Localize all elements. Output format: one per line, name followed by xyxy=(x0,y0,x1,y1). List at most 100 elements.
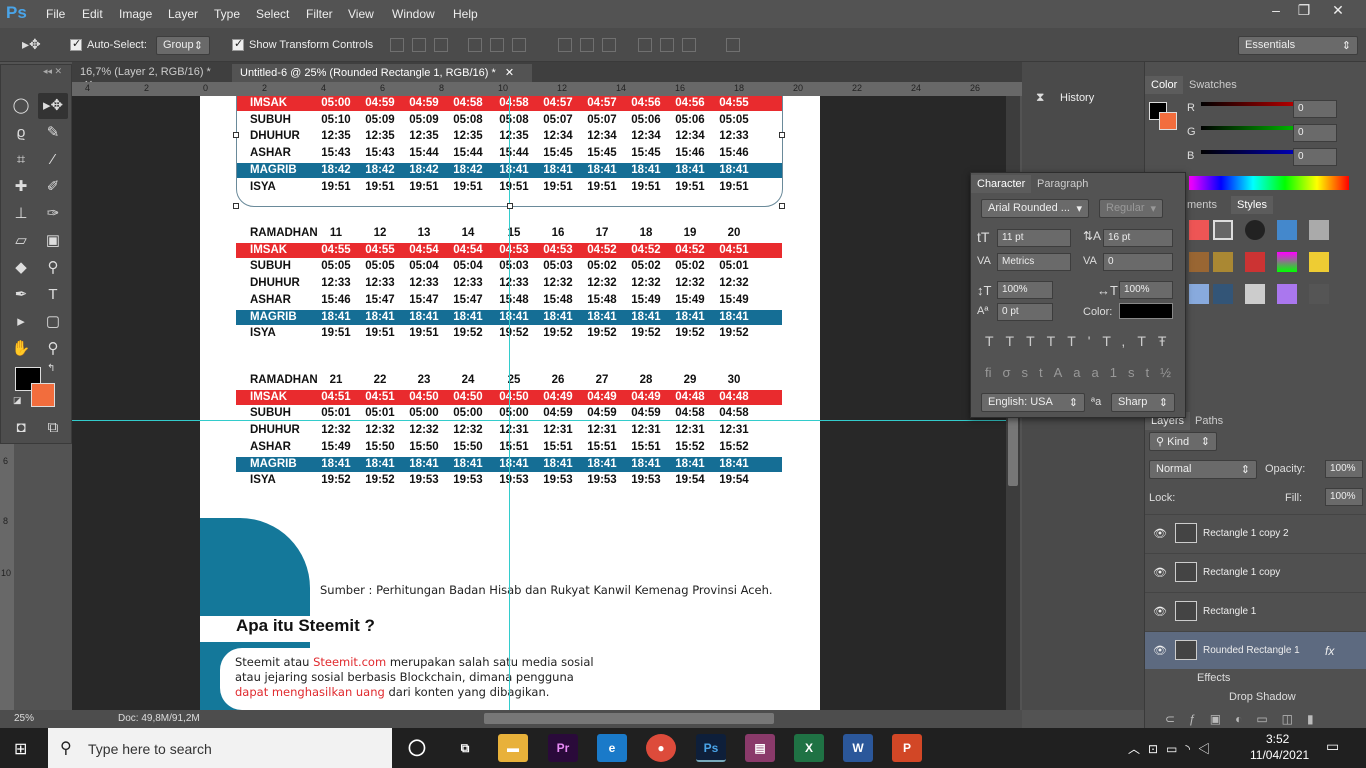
leading-field[interactable]: 16 pt xyxy=(1103,229,1173,247)
align-vcenter-icon[interactable] xyxy=(412,38,426,52)
distribute-hcenter-icon[interactable] xyxy=(660,38,674,52)
pen-tool-icon[interactable]: ✒ xyxy=(6,282,36,308)
marquee-tool-icon[interactable]: ◯ xyxy=(6,93,36,119)
style-swatch[interactable] xyxy=(1309,284,1329,304)
document-canvas[interactable]: IMSAK 05:00 04:59 04:59 04:58 04:58 04:57 04:57… xyxy=(200,96,820,710)
cortana-icon[interactable]: ◯ xyxy=(402,734,432,762)
winrar-icon[interactable]: ▤ xyxy=(745,734,775,762)
font-style-dropdown[interactable]: Regular ▾ xyxy=(1099,199,1163,218)
excel-icon[interactable]: X xyxy=(794,734,824,762)
collapse-icon[interactable]: ◂◂ ✕ xyxy=(43,66,62,77)
notification-icon[interactable]: ▭ xyxy=(1326,738,1339,755)
history-panel-label[interactable]: History xyxy=(1060,92,1094,104)
bg-color-chip[interactable] xyxy=(1159,112,1177,130)
healing-brush-icon[interactable]: ✚ xyxy=(6,174,36,200)
photoshop-taskbar-icon[interactable]: Ps xyxy=(696,734,726,762)
hand-tool-icon[interactable]: ✋ xyxy=(6,336,36,362)
visibility-eye-icon[interactable]: 👁 xyxy=(1153,605,1167,618)
g-value[interactable]: 0 xyxy=(1293,124,1337,142)
shape-tool-icon[interactable]: ▢ xyxy=(38,309,68,335)
eraser-tool-icon[interactable]: ▱ xyxy=(6,228,36,254)
tab-untitled6[interactable]: Untitled-6 @ 25% (Rounded Rectangle 1, R… xyxy=(232,64,532,82)
style-swatch[interactable] xyxy=(1277,252,1297,272)
workspace-dropdown[interactable]: Essentials ⇕ xyxy=(1238,36,1358,55)
style-swatch[interactable] xyxy=(1277,220,1297,240)
kerning-field[interactable]: Metrics xyxy=(997,253,1071,271)
history-icon[interactable]: ⧗ xyxy=(1036,90,1044,105)
file-explorer-icon[interactable]: ▬ xyxy=(498,734,528,762)
zoom-tool-icon[interactable]: ⚲ xyxy=(38,336,68,362)
close-button[interactable]: ✕ xyxy=(1324,2,1352,22)
align-bottom-icon[interactable] xyxy=(434,38,448,52)
distribute-top-icon[interactable] xyxy=(558,38,572,52)
windows-start-icon[interactable]: ⊞ xyxy=(14,739,27,759)
horizontal-scroll-thumb[interactable] xyxy=(484,713,774,724)
style-swatch[interactable] xyxy=(1277,284,1297,304)
vertical-scale-field[interactable]: 100% xyxy=(997,281,1053,299)
task-view-icon[interactable]: ⧉ xyxy=(450,734,480,762)
align-top-icon[interactable] xyxy=(390,38,404,52)
minimize-button[interactable]: – xyxy=(1262,2,1290,22)
layer-row[interactable]: 👁 Rectangle 1 copy xyxy=(1145,553,1366,591)
transform-handle[interactable] xyxy=(233,203,239,209)
visibility-eye-icon[interactable]: 👁 xyxy=(1153,566,1167,579)
clock-time[interactable]: 3:52 xyxy=(1266,732,1289,746)
text-color-swatch[interactable] xyxy=(1119,303,1173,319)
tab-color[interactable]: Color xyxy=(1145,76,1184,94)
opentype-buttons[interactable]: ﬁσstAaa1st½ xyxy=(985,365,1182,380)
layer-row[interactable]: 👁 Rectangle 1 xyxy=(1145,592,1366,630)
tab-character[interactable]: Character xyxy=(971,175,1032,193)
style-swatch[interactable] xyxy=(1309,220,1329,240)
layer-actions-icons[interactable]: ⊂ƒ▣◐▭◫▮ xyxy=(1165,712,1328,726)
distribute-bottom-icon[interactable] xyxy=(602,38,616,52)
transform-handle[interactable] xyxy=(779,203,785,209)
menu-item[interactable]: Help xyxy=(453,7,478,21)
swap-colors-icon[interactable]: ↰ xyxy=(47,363,55,374)
screen-mode-icon[interactable]: ⧉ xyxy=(38,415,68,441)
tab-paragraph[interactable]: Paragraph xyxy=(1031,175,1094,193)
style-swatch[interactable] xyxy=(1213,284,1233,304)
menu-item[interactable]: View xyxy=(348,7,374,21)
style-swatch[interactable] xyxy=(1309,252,1329,272)
style-swatch[interactable] xyxy=(1213,252,1233,272)
auto-select-checkbox[interactable] xyxy=(70,37,82,51)
style-swatch[interactable] xyxy=(1245,284,1265,304)
font-family-dropdown[interactable]: Arial Rounded ... ▾ xyxy=(981,199,1089,218)
eyedropper-tool-icon[interactable]: ⁄ xyxy=(38,147,68,173)
blend-mode-dropdown[interactable]: Normal ⇕ xyxy=(1149,460,1257,479)
b-value[interactable]: 0 xyxy=(1293,148,1337,166)
move-tool-icon[interactable]: ▸✥ xyxy=(22,36,41,53)
drop-shadow-label[interactable]: Drop Shadow xyxy=(1229,691,1296,703)
menu-item[interactable]: Edit xyxy=(82,7,103,21)
zoom-level[interactable]: 25% xyxy=(14,713,34,724)
type-tool-icon[interactable]: T xyxy=(38,282,68,308)
group-dropdown[interactable]: Group ⇕ xyxy=(156,36,210,55)
color-spectrum[interactable] xyxy=(1189,176,1349,190)
clock-date[interactable]: 11/04/2021 xyxy=(1250,748,1309,762)
style-swatch[interactable] xyxy=(1245,220,1265,240)
menu-item[interactable]: Layer xyxy=(168,7,198,21)
chrome-icon[interactable]: ● xyxy=(646,734,676,762)
scroll-thumb[interactable] xyxy=(1008,416,1018,486)
layer-fx-badge[interactable]: fx xyxy=(1325,644,1334,658)
tracking-field[interactable]: 0 xyxy=(1103,253,1173,271)
system-tray-icons[interactable]: ︿⊡▭◝◁ xyxy=(1128,740,1218,757)
canvas-area[interactable]: IMSAK 05:00 04:59 04:59 04:58 04:58 04:57 04:57… xyxy=(72,96,1006,710)
faux-style-buttons[interactable]: TTTTT'T,TŦ xyxy=(985,333,1178,349)
gradient-tool-icon[interactable]: ▣ xyxy=(38,228,68,254)
edge-icon[interactable]: e xyxy=(597,734,627,762)
style-swatch[interactable] xyxy=(1245,252,1265,272)
layer-row[interactable]: 👁 Rectangle 1 copy 2 xyxy=(1145,514,1366,552)
restore-button[interactable]: ❐ xyxy=(1290,2,1318,22)
auto-align-icon[interactable] xyxy=(726,38,740,52)
word-icon[interactable]: W xyxy=(843,734,873,762)
fill-value[interactable]: 100% xyxy=(1325,488,1363,506)
premiere-icon[interactable]: Pr xyxy=(548,734,578,762)
menu-item[interactable]: Type xyxy=(214,7,240,21)
dodge-tool-icon[interactable]: ⚲ xyxy=(38,255,68,281)
move-tool-icon[interactable]: ▸✥ xyxy=(38,93,68,119)
anti-alias-dropdown[interactable]: Sharp ⇕ xyxy=(1111,393,1175,412)
distribute-right-icon[interactable] xyxy=(682,38,696,52)
style-swatch[interactable] xyxy=(1213,220,1233,240)
stamp-tool-icon[interactable]: ⊥ xyxy=(6,201,36,227)
